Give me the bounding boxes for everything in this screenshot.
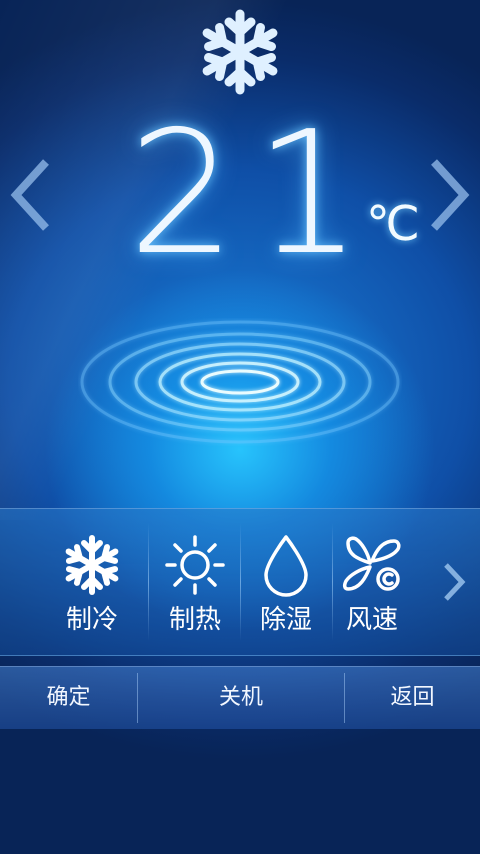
mode-label-heat: 制热 <box>168 605 221 635</box>
back-button[interactable]: 返回 <box>345 667 480 729</box>
mode-button-dehumidify[interactable]: 除湿 <box>242 509 330 655</box>
temp-increase-arrow[interactable] <box>426 150 476 240</box>
airflow-ripple-graphic <box>80 320 400 444</box>
water-drop-icon <box>264 535 308 597</box>
mode-button-heat[interactable]: 制热 <box>150 509 240 655</box>
confirm-button[interactable]: 确定 <box>0 667 137 729</box>
snowflake-icon <box>196 9 284 98</box>
snowflake-icon <box>60 535 124 597</box>
mode-label-fan-speed: 风速 <box>345 605 398 635</box>
divider <box>240 523 241 641</box>
power-off-button[interactable]: 关机 <box>138 667 344 729</box>
mode-button-fan-speed[interactable]: 风速 <box>334 509 410 655</box>
mode-panel: 制冷 制热 除湿 风速 <box>0 508 480 656</box>
temperature-value: 21 <box>128 95 381 293</box>
temperature-unit: ℃ <box>366 196 420 252</box>
mode-label-dehumidify: 除湿 <box>259 605 312 635</box>
divider <box>148 523 149 641</box>
mode-button-cool[interactable]: 制冷 <box>42 509 142 655</box>
divider <box>332 523 333 641</box>
chevron-right-icon[interactable] <box>438 557 468 607</box>
bottom-action-bar: 确定 关机 返回 <box>0 666 480 729</box>
temp-decrease-arrow[interactable] <box>4 150 54 240</box>
mode-label-cool: 制冷 <box>65 605 118 635</box>
fan-icon <box>342 536 401 591</box>
sun-icon <box>165 535 225 595</box>
